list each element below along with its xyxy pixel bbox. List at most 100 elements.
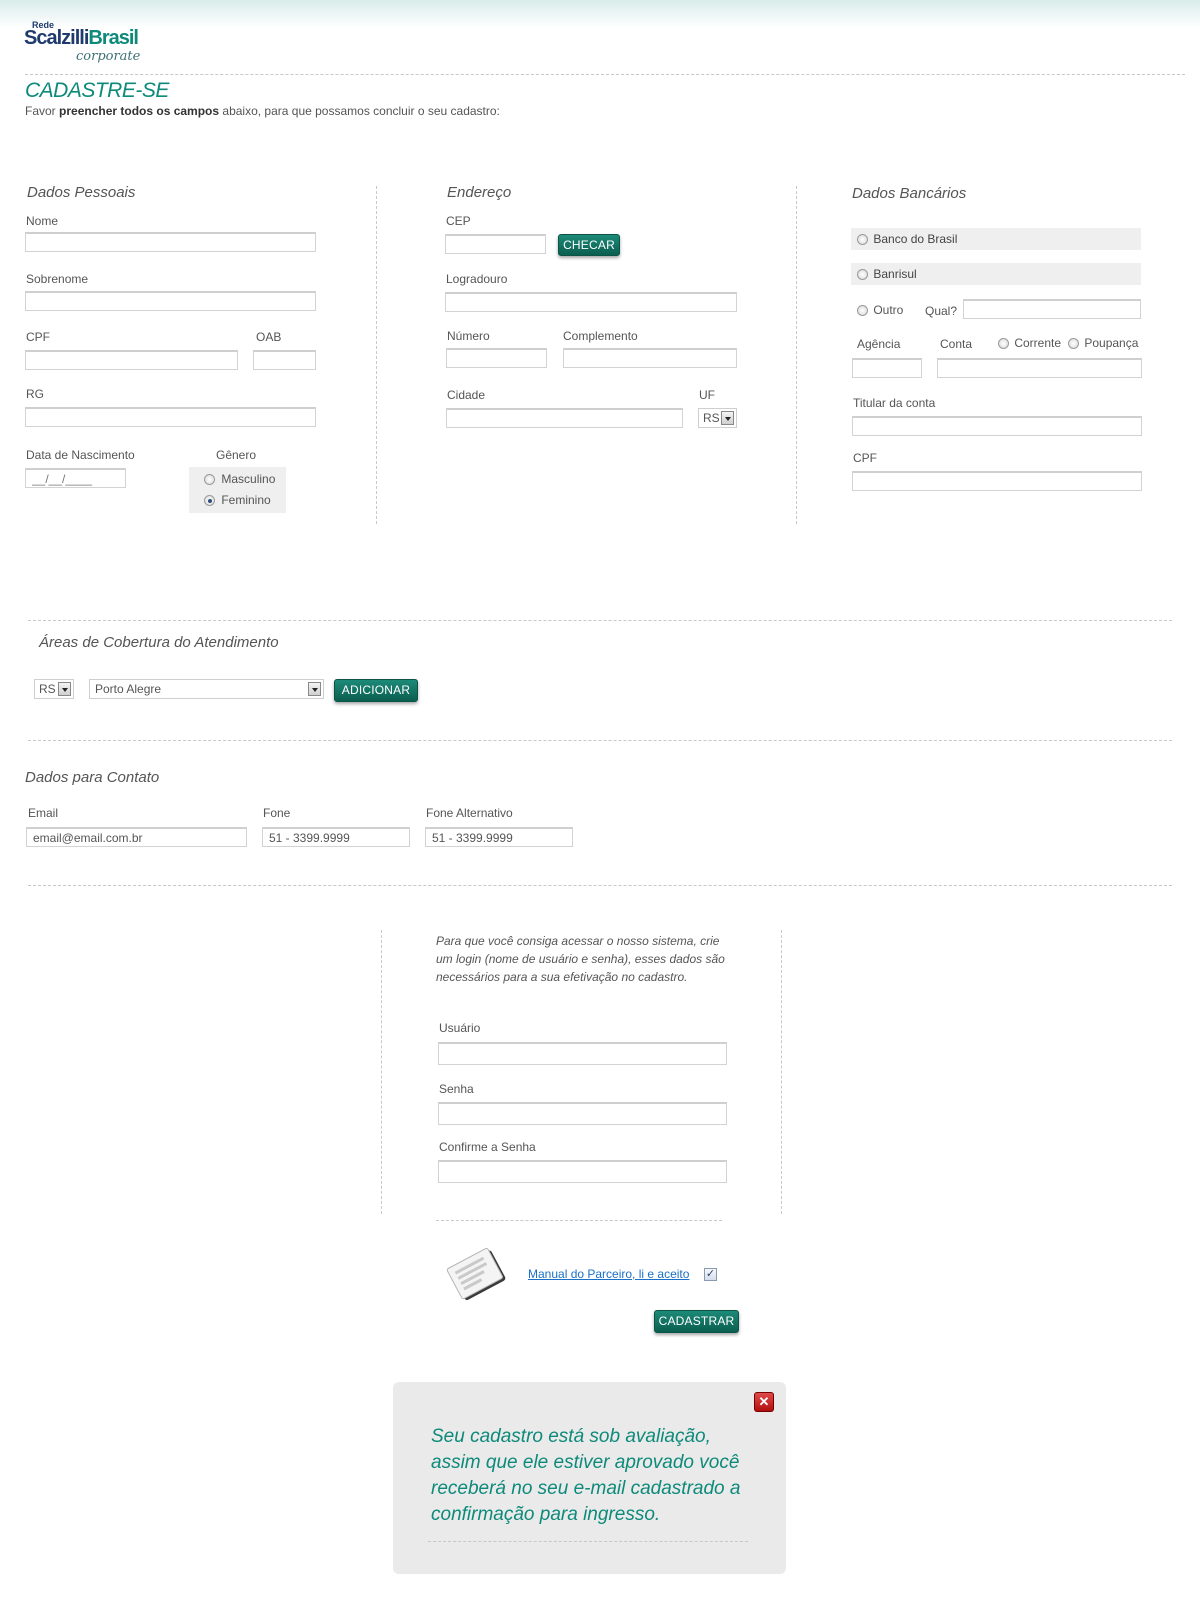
top-band	[0, 0, 1200, 28]
label-bank-cpf: CPF	[853, 451, 877, 465]
agencia-input[interactable]	[852, 358, 922, 378]
label-genero: Gênero	[216, 448, 257, 462]
gender-masculino[interactable]: Masculino	[204, 472, 275, 486]
uf-select[interactable]: RS	[698, 408, 737, 428]
confirmation-popup: ✕ Seu cadastro está sob avaliação, assim…	[393, 1382, 786, 1574]
label-qual: Qual?	[925, 304, 958, 318]
coverage-uf-select[interactable]: RS	[34, 679, 74, 699]
complemento-input[interactable]	[563, 348, 737, 368]
fone-alt-input[interactable]	[425, 827, 573, 847]
login-divider-left	[381, 930, 382, 1214]
senha-input[interactable]	[438, 1102, 727, 1125]
option-poupanca[interactable]: Poupança	[1068, 336, 1138, 350]
label-cidade: Cidade	[447, 388, 486, 402]
radio-poupanca[interactable]	[1068, 338, 1079, 350]
radio-outro[interactable]	[857, 305, 868, 317]
conta-input[interactable]	[937, 358, 1142, 378]
popup-message: Seu cadastro está sob avaliação, assim q…	[431, 1426, 741, 1525]
chevron-down-icon[interactable]	[308, 682, 321, 696]
confirme-senha-input[interactable]	[438, 1160, 727, 1183]
section-title-coverage: Áreas de Cobertura do Atendimento	[39, 634, 279, 651]
radio-banco-brasil[interactable]	[857, 234, 868, 246]
usuario-input[interactable]	[438, 1042, 727, 1065]
label-feminino: Feminino	[221, 493, 271, 507]
label-titular: Titular da conta	[853, 396, 936, 410]
label-uf: UF	[699, 388, 715, 402]
radio-feminino[interactable]	[204, 495, 215, 507]
page-title: CADASTRE-SE	[25, 79, 169, 102]
label-complemento: Complemento	[563, 329, 638, 343]
login-divider-right	[781, 930, 782, 1214]
label-agencia: Agência	[857, 337, 901, 351]
uf-select-value: RS	[703, 411, 720, 425]
coverage-divider	[28, 620, 1172, 621]
logo-name-main: Scalzilli	[24, 27, 89, 49]
label-corrente: Corrente	[1014, 336, 1062, 350]
numero-input[interactable]	[446, 348, 547, 368]
intro-pre: Favor	[25, 104, 60, 118]
section-title-personal: Dados Pessoais	[27, 184, 136, 201]
radio-masculino[interactable]	[204, 474, 215, 486]
radio-banrisul[interactable]	[857, 269, 868, 281]
logo-tagline: corporate	[76, 49, 141, 64]
label-banrisul: Banrisul	[873, 267, 917, 281]
close-icon[interactable]: ✕	[754, 1392, 774, 1412]
label-usuario: Usuário	[439, 1021, 481, 1035]
oab-input[interactable]	[253, 350, 316, 370]
cidade-input[interactable]	[446, 408, 683, 428]
login-bottom-divider	[436, 1220, 722, 1221]
chevron-down-icon[interactable]	[58, 682, 71, 696]
label-senha: Senha	[439, 1082, 474, 1096]
nome-input[interactable]	[25, 232, 316, 252]
column-divider-1	[376, 186, 377, 524]
checar-button[interactable]: CHECAR	[558, 234, 620, 256]
label-fone: Fone	[263, 806, 291, 820]
popup-divider	[428, 1541, 748, 1542]
header-divider	[25, 74, 1185, 75]
cadastrar-button[interactable]: CADASTRAR	[654, 1310, 739, 1333]
label-conta: Conta	[940, 337, 973, 351]
label-oab: OAB	[256, 330, 282, 344]
bank-option-banrisul[interactable]: Banrisul	[851, 263, 1141, 285]
bank-option-outro[interactable]: Outro	[857, 303, 903, 317]
titular-input[interactable]	[852, 416, 1142, 436]
label-cep: CEP	[446, 214, 471, 228]
document-icon-svg	[446, 1247, 506, 1300]
qual-input[interactable]	[963, 299, 1141, 319]
coverage-uf-value: RS	[39, 682, 56, 696]
section-title-bank: Dados Bancários	[852, 185, 967, 202]
label-outro: Outro	[873, 303, 904, 317]
label-confirme: Confirme a Senha	[439, 1140, 536, 1154]
sobrenome-input[interactable]	[25, 291, 316, 311]
section-title-address: Endereço	[447, 184, 512, 201]
radio-corrente[interactable]	[998, 338, 1009, 350]
intro-text: Favor preencher todos os campos abaixo, …	[25, 104, 500, 118]
cep-input[interactable]	[445, 234, 546, 254]
manual-checkbox[interactable]: ✓	[704, 1268, 717, 1281]
fone-input[interactable]	[262, 827, 410, 847]
nascimento-input[interactable]	[25, 468, 126, 488]
label-nome: Nome	[26, 214, 59, 228]
logo[interactable]: Rede ScalzilliBrasil corporate	[24, 20, 144, 72]
chevron-down-icon[interactable]	[721, 411, 734, 425]
gender-feminino[interactable]: Feminino	[204, 493, 271, 507]
cpf-input[interactable]	[25, 350, 238, 370]
bank-cpf-input[interactable]	[852, 471, 1142, 491]
label-logradouro: Logradouro	[446, 272, 508, 286]
gender-group: Masculino Feminino	[189, 467, 286, 513]
manual-link[interactable]: Manual do Parceiro, li e aceito	[528, 1267, 689, 1281]
email-input[interactable]	[26, 827, 247, 847]
login-divider	[28, 885, 1172, 886]
adicionar-button[interactable]: ADICIONAR	[334, 679, 418, 702]
bank-option-bb[interactable]: Banco do Brasil	[851, 228, 1141, 250]
intro-post: abaixo, para que possamos concluir o seu…	[219, 104, 500, 118]
intro-bold: preencher todos os campos	[59, 104, 220, 118]
logradouro-input[interactable]	[445, 292, 737, 312]
logo-name: ScalzilliBrasil	[24, 27, 139, 50]
rg-input[interactable]	[25, 407, 316, 427]
label-nascimento: Data de Nascimento	[26, 448, 135, 462]
label-cpf: CPF	[26, 330, 50, 344]
label-fone-alt: Fone Alternativo	[426, 806, 513, 820]
coverage-city-select[interactable]: Porto Alegre	[89, 679, 324, 699]
option-corrente[interactable]: Corrente	[998, 336, 1061, 350]
